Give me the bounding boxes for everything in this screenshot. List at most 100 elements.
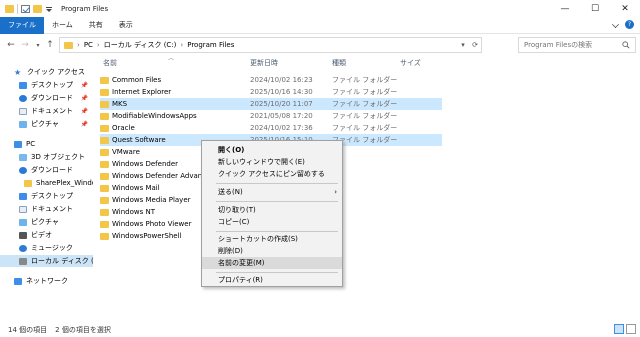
file-date: 2024/10/02 17:36 [250, 124, 313, 132]
sidebar-item-desktop-pc[interactable]: デスクトップ [0, 190, 93, 202]
folder-icon [100, 112, 109, 120]
search-icon[interactable] [622, 41, 630, 49]
file-row-oracle[interactable]: Oracle 2024/10/02 17:36 ファイル フォルダー [100, 122, 442, 134]
menu-item-delete[interactable]: 削除(D) [202, 245, 342, 257]
tab-file[interactable]: ファイル [0, 16, 44, 34]
item-count: 14 個の項目 [8, 325, 48, 334]
drive-icon [19, 257, 27, 265]
menu-item-create-shortcut[interactable]: ショートカットの作成(S) [202, 233, 342, 245]
menu-item-rename[interactable]: 名前の変更(M) [202, 257, 342, 269]
file-name: Windows Defender [112, 160, 179, 168]
sidebar-item-label: ダウンロード [31, 166, 73, 174]
file-name: Windows Defender Advance [112, 172, 204, 180]
file-date: 2021/05/08 17:20 [250, 112, 313, 120]
menu-item-send-to[interactable]: 送る(N) › [202, 186, 342, 198]
sidebar-item-music[interactable]: ミュージック [0, 242, 93, 254]
sidebar-item-label: クイック アクセス [27, 68, 85, 76]
maximize-button[interactable]: ☐ [580, 0, 610, 17]
address-bar[interactable]: › PC › ローカル ディスク (C:) › Program Files ▾ … [59, 37, 482, 53]
large-icons-view-button[interactable] [626, 324, 636, 334]
up-button[interactable]: ↑ [43, 38, 57, 52]
document-icon [19, 205, 27, 213]
properties-icon[interactable] [21, 4, 30, 13]
quick-access-toolbar [0, 3, 53, 14]
sidebar-item-desktop[interactable]: デスクトップ 📌 [0, 79, 93, 91]
sidebar-item-network[interactable]: ネットワーク [0, 275, 93, 287]
menu-item-open-new-window[interactable]: 新しいウィンドウで開く(E) [202, 156, 342, 168]
chevron-right-icon[interactable]: › [77, 41, 80, 49]
help-icon[interactable]: ? [625, 20, 634, 29]
folder-icon [100, 184, 109, 192]
file-row-windows-nt[interactable]: Windows NT [100, 206, 210, 218]
file-row-windows-media-player[interactable]: Windows Media Player [100, 194, 210, 206]
customize-toolbar-icon[interactable] [45, 5, 53, 13]
address-dropdown-icon[interactable]: ▾ [457, 38, 469, 52]
menu-item-properties[interactable]: プロパティ(R) [202, 274, 342, 286]
navigation-pane: ★ クイック アクセス デスクトップ 📌 ダウンロード 📌 ドキュメント 📌 ピ… [0, 58, 93, 318]
video-icon [19, 231, 27, 239]
column-header-size[interactable]: サイズ [400, 55, 421, 70]
desktop-icon [19, 192, 27, 200]
tab-home[interactable]: ホーム [44, 17, 81, 34]
file-row-common-files[interactable]: Common Files 2024/10/02 16:23 ファイル フォルダー [100, 74, 442, 86]
refresh-icon[interactable]: ⟳ [469, 38, 481, 52]
tab-share[interactable]: 共有 [81, 17, 111, 34]
sort-arrow-icon: ︿ [168, 55, 175, 62]
sidebar-item-label: ローカル ディスク (C:) [31, 257, 93, 265]
close-button[interactable]: ✕ [610, 0, 640, 17]
search-input[interactable] [524, 41, 616, 49]
address-row: ← → ▾ ↑ › PC › ローカル ディスク (C:) › Program … [0, 35, 640, 55]
sidebar-item-local-disk[interactable]: ローカル ディスク (C:) [0, 255, 93, 267]
breadcrumb-program-files[interactable]: Program Files [187, 41, 234, 49]
file-row-mks[interactable]: MKS 2025/10/20 11:07 ファイル フォルダー [100, 98, 442, 110]
title-bar: Program Files — ☐ ✕ [0, 0, 640, 17]
file-name: Windows Media Player [112, 196, 191, 204]
minimize-button[interactable]: — [550, 0, 580, 17]
file-row-windows-powershell[interactable]: WindowsPowerShell [100, 230, 210, 242]
sidebar-item-label: ダウンロード [31, 94, 73, 102]
sidebar-item-videos[interactable]: ビデオ [0, 229, 93, 241]
chevron-right-icon[interactable]: › [180, 41, 183, 49]
file-row-windows-defender[interactable]: Windows Defender [100, 158, 210, 170]
sidebar-item-pictures[interactable]: ピクチャ 📌 [0, 118, 93, 130]
chevron-down-icon[interactable] [612, 21, 619, 28]
sidebar-item-label: デスクトップ [31, 81, 73, 89]
details-view-button[interactable] [614, 324, 624, 334]
menu-item-cut[interactable]: 切り取り(T) [202, 204, 342, 216]
breadcrumb-pc[interactable]: PC [84, 41, 93, 49]
chevron-right-icon[interactable]: › [97, 41, 100, 49]
sidebar-item-shareplex[interactable]: SharePlex_Windov [0, 177, 93, 189]
file-row-internet-explorer[interactable]: Internet Explorer 2025/10/16 14:30 ファイル … [100, 86, 442, 98]
search-box[interactable] [518, 37, 636, 53]
sidebar-item-quick-access[interactable]: ★ クイック アクセス [0, 66, 93, 78]
column-header-date[interactable]: 更新日時 [250, 55, 278, 70]
back-button[interactable]: ← [4, 38, 18, 52]
breadcrumb-local-disk[interactable]: ローカル ディスク (C:) [104, 40, 177, 50]
menu-item-copy[interactable]: コピー(C) [202, 216, 342, 228]
column-header-type[interactable]: 種類 [332, 55, 346, 70]
sidebar-item-pc[interactable]: PC [0, 138, 93, 150]
file-name: VMware [112, 148, 140, 156]
sidebar-item-3d-objects[interactable]: 3D オブジェクト [0, 151, 93, 163]
sidebar-item-downloads[interactable]: ダウンロード 📌 [0, 92, 93, 104]
file-name: Windows Mail [112, 184, 160, 192]
menu-item-open[interactable]: 開く(O) [202, 144, 342, 156]
file-row-windows-defender-advanced[interactable]: Windows Defender Advance [100, 170, 210, 182]
sidebar-item-documents[interactable]: ドキュメント 📌 [0, 105, 93, 117]
sidebar-item-documents-pc[interactable]: ドキュメント [0, 203, 93, 215]
menu-separator [216, 201, 338, 202]
file-row-modifiable-windows-apps[interactable]: ModifiableWindowsApps 2021/05/08 17:20 フ… [100, 110, 442, 122]
forward-button[interactable]: → [18, 38, 32, 52]
sidebar-item-pictures-pc[interactable]: ピクチャ [0, 216, 93, 228]
menu-item-pin-quick-access[interactable]: クイック アクセスにピン留めする [202, 168, 342, 180]
file-row-windows-mail[interactable]: Windows Mail [100, 182, 210, 194]
file-date: 2025/10/16 14:30 [250, 88, 313, 96]
column-header-name[interactable]: 名前 [103, 55, 117, 70]
pin-icon: 📌 [80, 107, 88, 115]
sidebar-item-downloads-pc[interactable]: ダウンロード [0, 164, 93, 176]
tab-view[interactable]: 表示 [111, 17, 141, 34]
new-folder-icon[interactable] [33, 4, 42, 13]
file-row-windows-photo-viewer[interactable]: Windows Photo Viewer [100, 218, 210, 230]
file-row-vmware[interactable]: VMware [100, 146, 210, 158]
music-icon [19, 244, 27, 252]
